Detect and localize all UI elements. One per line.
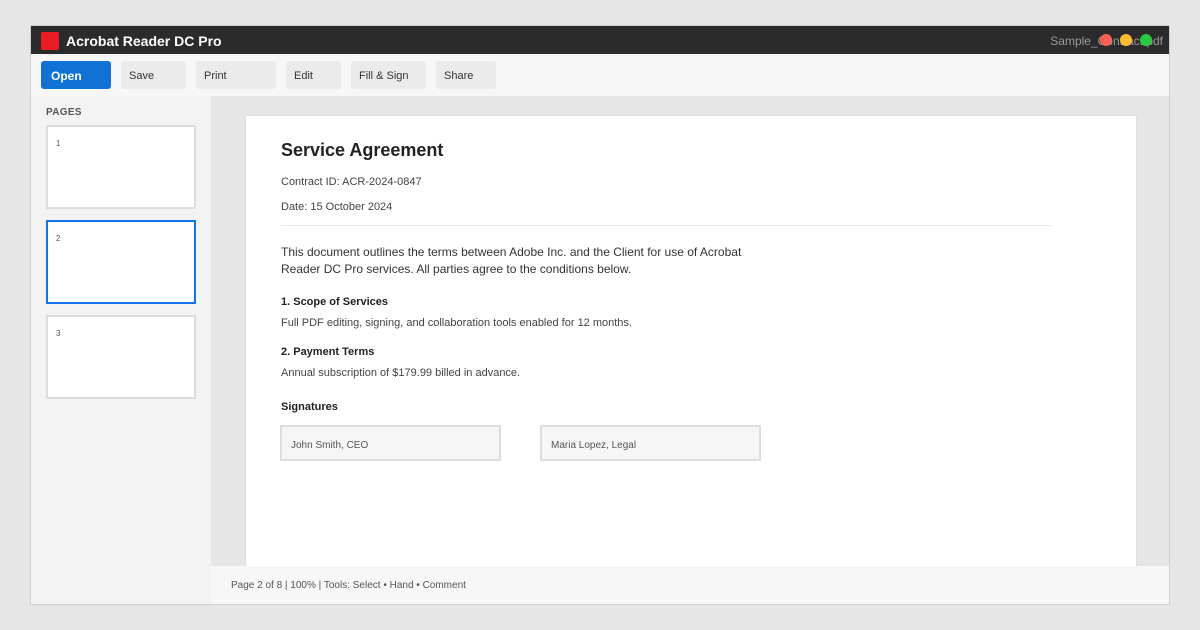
contract-date: Date: 15 October 2024: [281, 201, 393, 213]
divider: [281, 225, 1051, 226]
status-bar: Page 2 of 8 | 100% | Tools: Select • Han…: [211, 566, 1169, 604]
contract-id: Contract ID: ACR-2024-0847: [281, 176, 422, 188]
edit-button[interactable]: Edit: [286, 61, 341, 89]
section-heading-scope: 1. Scope of Services: [281, 296, 388, 308]
signature-name: Maria Lopez, Legal: [551, 440, 637, 451]
share-button[interactable]: Share: [436, 61, 496, 89]
signatures-heading: Signatures: [281, 401, 338, 413]
document-title: Service Agreement: [281, 140, 444, 160]
thumbnail-number: 3: [56, 329, 61, 338]
section-body-payment: Annual subscription of $179.99 billed in…: [281, 367, 521, 379]
status-text: Page 2 of 8 | 100% | Tools: Select • Han…: [231, 580, 466, 591]
print-button[interactable]: Print: [196, 61, 276, 89]
save-button[interactable]: Save: [121, 61, 186, 89]
thumbnail-number: 2: [56, 234, 61, 243]
intro-paragraph: This document outlines the terms between…: [281, 245, 742, 276]
page-thumbnail-1[interactable]: 1: [46, 125, 196, 209]
open-button[interactable]: Open: [41, 61, 111, 89]
fill-sign-button[interactable]: Fill & Sign: [351, 61, 426, 89]
section-body-scope: Full PDF editing, signing, and collabora…: [281, 317, 632, 329]
document-viewport[interactable]: Service Agreement Contract ID: ACR-2024-…: [211, 96, 1169, 566]
signature-field-1[interactable]: John Smith, CEO: [280, 425, 501, 461]
toolbar: Open Save Print Edit Fill & Sign Share: [31, 54, 1169, 96]
section-heading-payment: 2. Payment Terms: [281, 346, 375, 358]
page-thumbnail-3[interactable]: 3: [46, 315, 196, 399]
page-thumbnail-2[interactable]: 2: [46, 220, 196, 304]
app-title: Acrobat Reader DC Pro: [66, 33, 222, 49]
thumbnail-number: 1: [56, 139, 61, 148]
close-window-button[interactable]: [1100, 34, 1112, 46]
signature-field-2[interactable]: Maria Lopez, Legal: [540, 425, 761, 461]
pages-heading: PAGES: [46, 107, 82, 118]
signature-name: John Smith, CEO: [291, 440, 369, 451]
document-page: Service Agreement Contract ID: ACR-2024-…: [246, 116, 1136, 566]
minimize-window-button[interactable]: [1120, 34, 1132, 46]
app-window: Acrobat Reader DC Pro Sample_Contract.pd…: [30, 25, 1170, 605]
maximize-window-button[interactable]: [1140, 34, 1152, 46]
acrobat-logo-icon: [41, 32, 59, 50]
title-bar: Acrobat Reader DC Pro Sample_Contract.pd…: [31, 26, 1169, 54]
pages-sidebar: PAGES 1 2 3: [31, 96, 211, 604]
